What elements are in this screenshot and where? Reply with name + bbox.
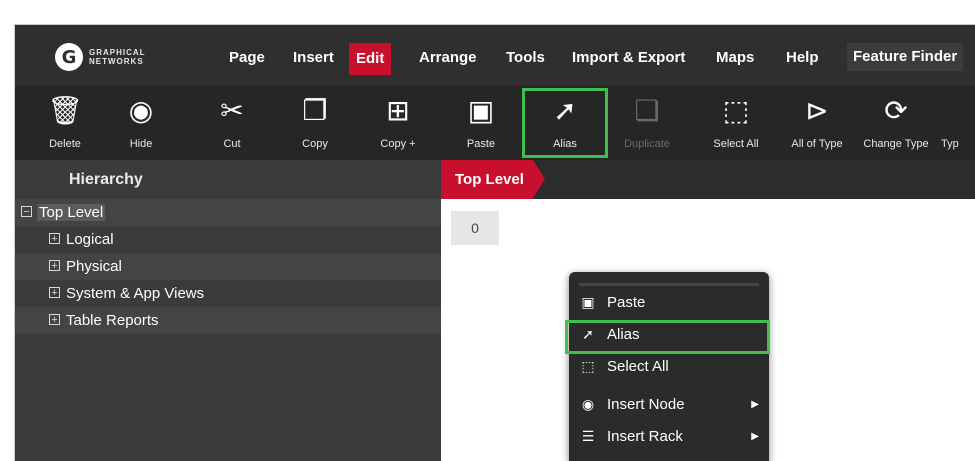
- tree-item-logical[interactable]: + Logical: [15, 226, 441, 253]
- hide-label: Hide: [129, 138, 153, 150]
- logo-mark: G: [55, 43, 83, 71]
- expand-icon[interactable]: +: [49, 287, 60, 299]
- menu-tools[interactable]: Tools: [506, 47, 545, 69]
- hierarchy-header: Hierarchy: [69, 171, 143, 188]
- copy-plus-icon: ⊞: [386, 94, 410, 127]
- select-all-button[interactable]: ⬚ Select All: [701, 86, 771, 160]
- duplicate-label: Duplicate: [624, 138, 670, 150]
- context-insert-node-label: Insert Node: [607, 396, 685, 413]
- menu-maps[interactable]: Maps: [716, 47, 754, 69]
- select-all-icon: ⬚: [722, 94, 750, 127]
- delete-label: Delete: [49, 138, 81, 150]
- context-menu-divider: [579, 283, 759, 286]
- collapse-icon[interactable]: −: [21, 206, 32, 218]
- tree-label-top-level-text: Top Level: [37, 204, 106, 221]
- copy-plus-button[interactable]: ⊞ Copy +: [363, 86, 433, 160]
- paste-icon: ▣: [467, 94, 495, 127]
- expand-icon[interactable]: +: [49, 314, 60, 326]
- scissors-icon: ✂: [220, 94, 244, 127]
- context-select-all[interactable]: ⬚ Select All: [569, 352, 769, 382]
- copy-label: Copy: [302, 138, 328, 150]
- type-button-partial[interactable]: Typ: [935, 86, 975, 160]
- tree-label-system-app-views: System & App Views: [66, 285, 205, 302]
- app-window: G GRAPHICAL NETWORKS Page Insert Edit Ar…: [14, 24, 975, 461]
- duplicate-icon: ❏: [634, 94, 660, 127]
- copy-icon: ❐: [302, 94, 328, 127]
- tree-label-physical: Physical: [66, 258, 122, 275]
- tree-item-physical[interactable]: + Physical: [15, 253, 441, 280]
- copy-plus-label: Copy +: [380, 138, 416, 150]
- expand-icon[interactable]: +: [49, 233, 60, 245]
- change-type-button[interactable]: ⟳ Change Type: [861, 86, 931, 160]
- tab-arrow-shape: [533, 160, 545, 198]
- tree-item-table-reports[interactable]: + Table Reports: [15, 307, 441, 334]
- trash-icon: 🗑: [47, 94, 83, 127]
- select-all-icon: ⬚: [581, 359, 595, 375]
- submenu-arrow-icon: ▶: [751, 431, 759, 442]
- tree-label-table-reports: Table Reports: [66, 312, 159, 329]
- menu-edit[interactable]: Edit: [349, 43, 392, 75]
- all-of-type-label: All of Type: [791, 138, 843, 150]
- eye-icon: ◉: [128, 94, 154, 127]
- cut-button[interactable]: ✂ Cut: [197, 86, 267, 160]
- logo-line-1: GRAPHICAL: [89, 48, 146, 57]
- menu-insert[interactable]: Insert: [293, 47, 334, 69]
- menu-arrange[interactable]: Arrange: [419, 47, 477, 69]
- copy-button[interactable]: ❐ Copy: [280, 86, 350, 160]
- cut-label: Cut: [223, 138, 241, 150]
- hierarchy-panel: Hierarchy − Top Level + Logical + Physic…: [15, 160, 441, 461]
- context-menu: ▣ Paste ➚ Alias ⬚ Select All ◉ Insert No…: [569, 272, 769, 461]
- toolbar: 🗑 Delete ◉ Hide ✂ Cut ❐ Copy ⊞ Copy + ▣ …: [15, 86, 975, 160]
- logo: G GRAPHICAL NETWORKS: [55, 43, 146, 71]
- select-all-label: Select All: [713, 138, 759, 150]
- all-of-type-icon: ⊳: [805, 94, 829, 127]
- feature-finder-button[interactable]: Feature Finder: [847, 43, 964, 71]
- context-insert-rack[interactable]: ☰ Insert Rack ▶: [569, 422, 769, 452]
- diagram-canvas[interactable]: 0 ▣ Paste ➚ Alias ⬚ Select All ◉ Insert …: [441, 199, 975, 461]
- change-type-label: Change Type: [863, 138, 929, 150]
- type-label-partial: Typ: [941, 138, 959, 150]
- paste-button[interactable]: ▣ Paste: [446, 86, 516, 160]
- menu-import-export[interactable]: Import & Export: [572, 47, 685, 69]
- duplicate-button[interactable]: ❏ Duplicate: [612, 86, 682, 160]
- context-paste[interactable]: ▣ Paste: [569, 288, 769, 318]
- context-alias-highlight-box: [565, 320, 770, 354]
- logo-g: G: [61, 46, 77, 68]
- paste-label: Paste: [466, 138, 496, 150]
- tree-label-logical: Logical: [66, 231, 114, 248]
- context-paste-label: Paste: [607, 294, 646, 311]
- paste-icon: ▣: [581, 295, 595, 311]
- rack-icon: ☰: [581, 429, 595, 445]
- tree-item-system-app-views[interactable]: + System & App Views: [15, 280, 441, 307]
- menu-bar: G GRAPHICAL NETWORKS Page Insert Edit Ar…: [15, 25, 975, 86]
- context-select-all-label: Select All: [607, 358, 669, 375]
- menu-page[interactable]: Page: [229, 47, 265, 69]
- tree-label-top-level: Top Level: [37, 199, 106, 226]
- delete-button[interactable]: 🗑 Delete: [30, 86, 100, 160]
- tab-top-level[interactable]: Top Level: [441, 160, 533, 199]
- tree-item-top-level[interactable]: − Top Level: [15, 199, 441, 226]
- menu-help[interactable]: Help: [786, 47, 819, 69]
- breadcrumb: Top Level: [441, 160, 975, 199]
- logo-line-2: NETWORKS: [89, 57, 144, 66]
- submenu-arrow-icon: ▶: [751, 399, 759, 410]
- context-insert-node[interactable]: ◉ Insert Node ▶: [569, 390, 769, 420]
- change-type-icon: ⟳: [884, 94, 908, 127]
- logo-wordmark: GRAPHICAL NETWORKS: [89, 48, 146, 66]
- alias-highlight-box: [522, 88, 608, 158]
- hide-button[interactable]: ◉ Hide: [106, 86, 176, 160]
- all-of-type-button[interactable]: ⊳ All of Type: [782, 86, 852, 160]
- expand-icon[interactable]: +: [49, 260, 60, 272]
- context-insert-rack-label: Insert Rack: [607, 428, 683, 445]
- count-badge: 0: [451, 211, 499, 245]
- node-icon: ◉: [581, 397, 595, 413]
